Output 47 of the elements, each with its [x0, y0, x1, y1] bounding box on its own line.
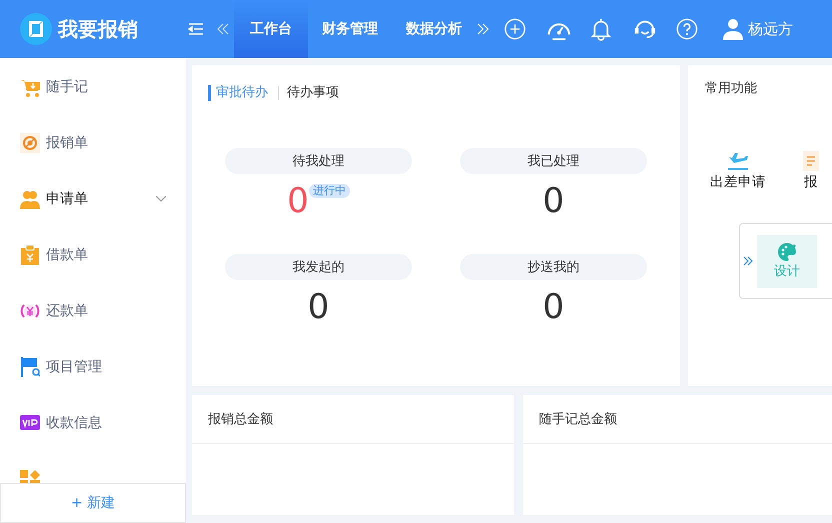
card-title: 随手记总金额: [523, 395, 832, 444]
sidebar-item[interactable]: 随手记: [0, 59, 186, 115]
card-tab[interactable]: 待办事项: [281, 85, 347, 101]
plane-icon: [726, 151, 750, 171]
nav-tab[interactable]: 财务管理: [308, 0, 392, 58]
cart-icon: [21, 80, 40, 97]
stat-count[interactable]: 0: [542, 182, 564, 220]
new-button[interactable]: + 新建: [0, 483, 186, 523]
vip-icon: [20, 415, 40, 430]
card-title: 报销总金额: [192, 395, 514, 444]
target-icon: [20, 133, 40, 153]
sidebar-item[interactable]: 报销单: [0, 115, 186, 171]
people-icon: [20, 191, 40, 209]
add-icon[interactable]: [504, 18, 526, 40]
sidebar-item[interactable]: 收款信息: [0, 395, 186, 451]
menu-icon[interactable]: [188, 23, 204, 35]
stat-label[interactable]: 我发起的: [225, 254, 412, 280]
help-icon[interactable]: [676, 18, 698, 40]
card-title: 常用功能: [704, 80, 758, 97]
yen-coin-icon: [20, 304, 40, 318]
collapse-left-icon[interactable]: [216, 22, 230, 36]
app-logo: 我要报销: [58, 16, 138, 42]
status-badge: 进行中: [308, 184, 350, 198]
function-item[interactable]: 出差申请: [710, 151, 766, 191]
sidebar-item[interactable]: 申请单: [0, 171, 186, 227]
blocks-icon: [20, 470, 40, 483]
sidebar-item[interactable]: 借款单: [0, 227, 186, 283]
chevron-down-icon[interactable]: [156, 196, 166, 202]
stat-count[interactable]: 0: [287, 182, 309, 220]
clipboard-icon: [21, 245, 39, 265]
expand-right-icon[interactable]: [743, 256, 753, 266]
user-name[interactable]: 杨远方: [748, 20, 793, 38]
sidebar-item[interactable]: 还款单: [0, 283, 186, 339]
flag-icon: [21, 357, 40, 377]
stat-count[interactable]: 0: [308, 288, 330, 326]
bell-icon[interactable]: [590, 17, 612, 41]
user-icon[interactable]: [722, 18, 744, 40]
stat-label[interactable]: 待我处理: [225, 148, 412, 174]
logo-icon: [20, 13, 52, 45]
nav-tab[interactable]: 数据分析: [392, 0, 476, 58]
sidebar-item[interactable]: 项目管理: [0, 339, 186, 395]
function-item[interactable]: 报: [790, 151, 832, 191]
stat-count[interactable]: 0: [542, 288, 564, 326]
stat-label[interactable]: 我已处理: [460, 148, 647, 174]
headset-icon[interactable]: [632, 18, 658, 40]
palette-icon: [777, 242, 797, 262]
stat-label[interactable]: 抄送我的: [460, 254, 647, 280]
